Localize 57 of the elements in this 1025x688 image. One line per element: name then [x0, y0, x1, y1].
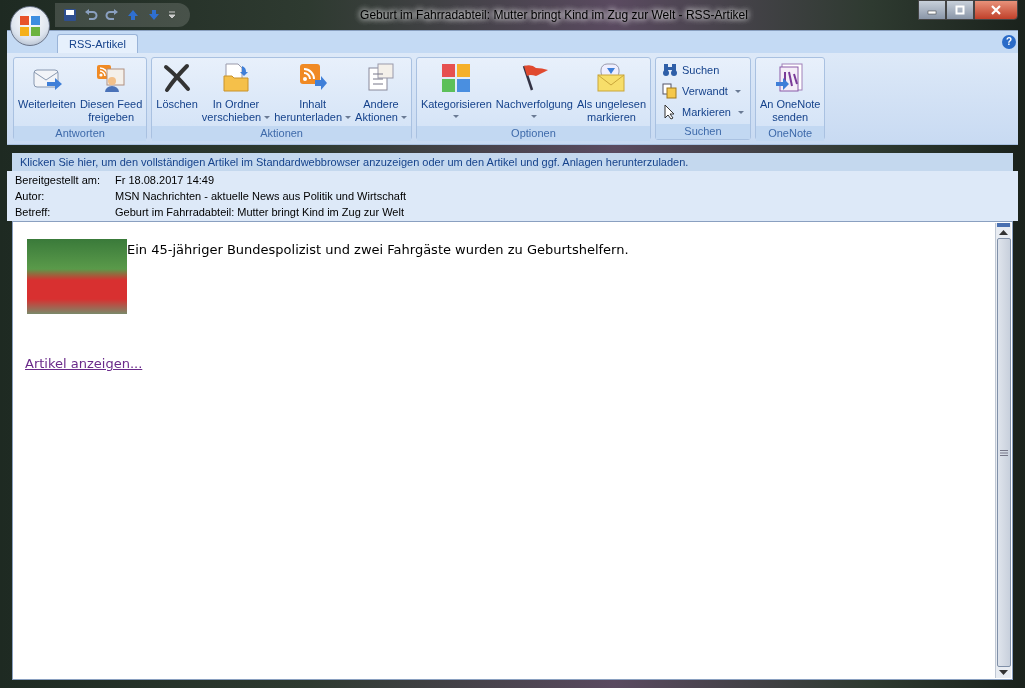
- header-label: Bereitgestellt am:: [15, 174, 101, 186]
- caret-icon: [737, 110, 744, 114]
- window-title: Geburt im Fahrradabteil: Mutter bringt Kind im Zug zur Welt - RSS-Artikel: [359, 8, 749, 22]
- header-label: Betreff:: [15, 206, 52, 218]
- ribbon-button[interactable]: Verwandt: [662, 83, 744, 99]
- header-value: Geburt im Fahrradabteil: Mutter bringt Kind im Zug zur Welt: [115, 206, 404, 218]
- office-logo-icon: [19, 15, 41, 37]
- undo-icon[interactable]: [84, 8, 98, 22]
- caret-icon: [734, 89, 741, 93]
- customize-caret-icon[interactable]: [168, 11, 176, 19]
- maximize-button[interactable]: [946, 0, 974, 20]
- group-label: Optionen: [416, 126, 650, 141]
- maximize-icon: [955, 5, 965, 15]
- save-icon[interactable]: [63, 8, 77, 22]
- ribbon-button[interactable]: Nachverfolgung: [493, 60, 575, 126]
- ribbon-button[interactable]: Löschen: [154, 60, 200, 126]
- scroll-down-icon: [999, 670, 1008, 675]
- group-label: Aktionen: [152, 126, 411, 141]
- info-bar[interactable]: Klicken Sie hier, um den vollständigen Artikel im Standardwebbrowser anzuzeigen oder um den Artikel und ggf. Anlagen herunterzuladen.: [12, 153, 1013, 171]
- document-list-icon: [365, 62, 397, 94]
- close-icon: [991, 5, 1001, 15]
- office-button[interactable]: [10, 6, 50, 46]
- stacked-pages-icon: [662, 83, 678, 99]
- scroll-up-icon: [999, 230, 1008, 235]
- header-value: Fr 18.08.2017 14:49: [115, 174, 215, 186]
- ribbon-button[interactable]: Markieren: [662, 104, 744, 120]
- ribbon-button[interactable]: Diesen Feed freigeben: [77, 60, 145, 126]
- grip-icon: [999, 449, 1008, 456]
- header-value: MSN Nachrichten - aktuelle News aus Politik und Wirtschaft: [115, 190, 406, 202]
- redo-icon[interactable]: [105, 8, 119, 22]
- ribbon-button[interactable]: Suchen: [662, 62, 744, 78]
- caret-icon: [345, 116, 352, 119]
- ribbon-button[interactable]: Andere Aktionen: [353, 60, 409, 126]
- rss-person-icon: [95, 62, 128, 94]
- header-label: Autor:: [15, 190, 46, 202]
- help-button[interactable]: ?: [1002, 35, 1016, 49]
- ribbon-button[interactable]: Inhalt herunterladen: [272, 60, 354, 126]
- envelope-icon: [595, 62, 628, 94]
- minimize-button[interactable]: [918, 0, 946, 20]
- caret-icon: [400, 116, 407, 119]
- article-link[interactable]: Artikel anzeigen...: [25, 356, 143, 371]
- group-label: OneNote: [755, 126, 825, 141]
- ribbon-button[interactable]: In Ordner verschieben: [199, 60, 273, 126]
- caret-icon: [531, 115, 538, 118]
- folder-page-icon: [220, 62, 252, 94]
- group-label: Suchen: [656, 124, 750, 139]
- ribbon-tab[interactable]: RSS-Artikel: [57, 34, 138, 53]
- group-label: Antworten: [14, 126, 147, 141]
- color-squares-icon: [440, 62, 473, 94]
- ribbon-button[interactable]: An OneNote senden: [757, 60, 823, 126]
- ribbon-button[interactable]: Kategorisieren: [418, 60, 494, 126]
- article-text: Ein 45-jähriger Bundespolizist und zwei Fahrgäste wurden zu Geburtshelfern.: [127, 242, 629, 257]
- caret-icon: [264, 116, 271, 119]
- ribbon-button[interactable]: Als ungelesen markieren: [574, 60, 648, 126]
- close-button[interactable]: [974, 0, 1018, 20]
- ribbon-button[interactable]: Weiterleiten: [16, 60, 78, 126]
- caret-icon: [453, 115, 460, 118]
